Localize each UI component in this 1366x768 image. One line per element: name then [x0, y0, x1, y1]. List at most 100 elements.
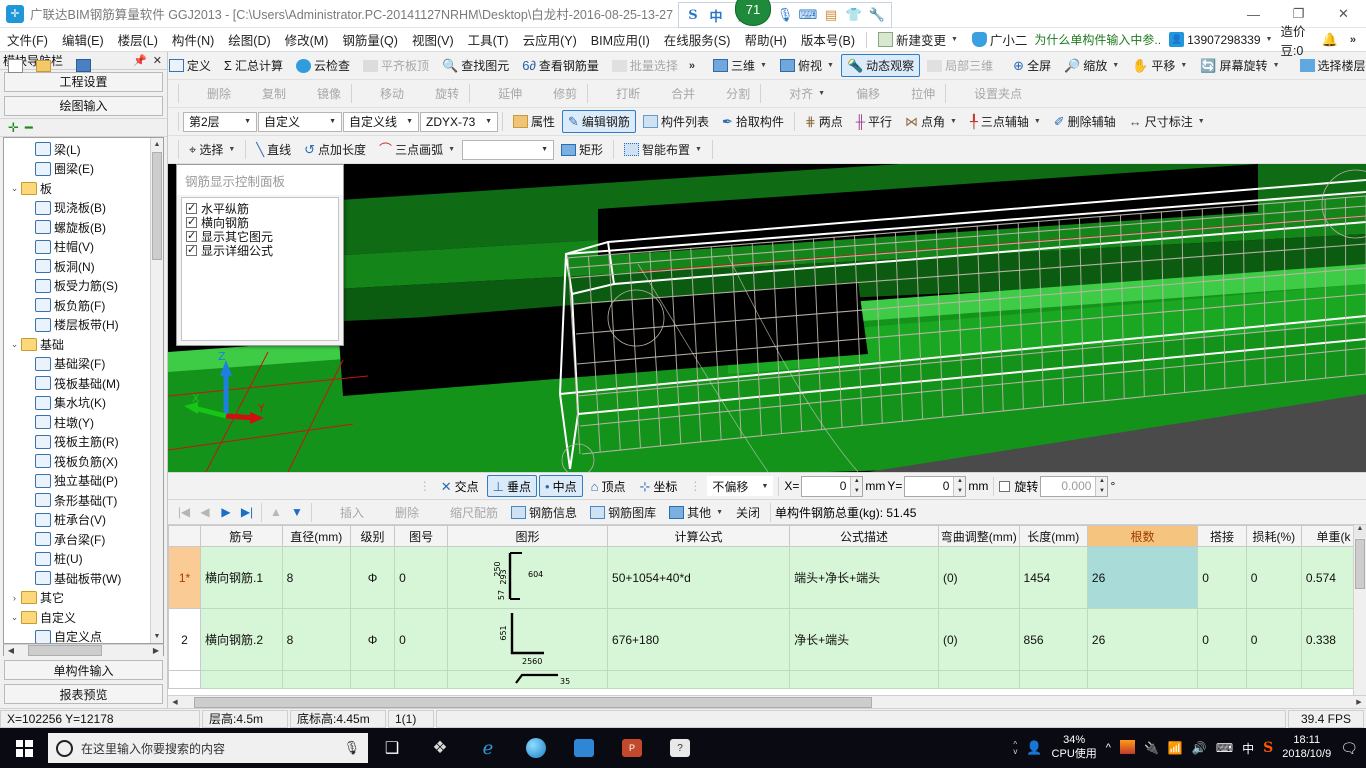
cell-lap[interactable]: 0 — [1197, 546, 1247, 609]
menu-component[interactable]: 构件(N) — [165, 27, 221, 52]
ppt-icon[interactable]: P — [608, 728, 656, 768]
rotate-checkbox[interactable] — [999, 480, 1011, 492]
tree-vertical-scrollbar[interactable]: ▲ ▼ — [150, 138, 163, 643]
align-slab-button[interactable]: 平齐板顶 — [357, 54, 435, 77]
offset-button[interactable]: 偏移 — [832, 82, 886, 105]
two-point-axis-button[interactable]: ⋕ 两点 — [799, 110, 849, 133]
cell-partial[interactable] — [281, 670, 352, 689]
merge-button[interactable]: 合并 — [647, 82, 701, 105]
copy-button[interactable]: 复制 — [238, 82, 292, 105]
tree-item[interactable]: 现浇板(B) — [4, 198, 163, 218]
checkbox-icon[interactable] — [186, 201, 197, 214]
split-button[interactable]: 分割 — [702, 82, 756, 105]
wifi-icon[interactable]: 📶 — [1168, 741, 1183, 755]
coins-label[interactable]: 造价豆:0 — [1280, 21, 1313, 59]
cell-bend-adjust[interactable]: (0) — [937, 608, 1020, 671]
rectangle-tool-button[interactable]: 矩形 — [555, 138, 609, 161]
cell-row-no[interactable]: 2 — [168, 608, 201, 671]
component-tree[interactable]: 梁(L) 圈梁(E) ⌄ 板现浇板(B) 螺旋板(B) 柱帽(V) 板洞(N) 板受力筋(S)… — [3, 137, 164, 644]
chevron-down-icon[interactable]: ⌄ — [8, 183, 21, 194]
delete-row-button[interactable]: 删除 — [371, 501, 425, 524]
cell-partial[interactable] — [1245, 670, 1302, 689]
tree-item[interactable]: 圈梁(E) — [4, 159, 163, 179]
scroll-up-icon[interactable]: ▲ — [1354, 525, 1366, 538]
tree-item[interactable]: 柱帽(V) — [4, 237, 163, 257]
col-count[interactable]: 根数 — [1086, 525, 1199, 547]
cell-grade[interactable]: Φ — [349, 608, 396, 671]
tree-item[interactable]: 独立基础(P) — [4, 471, 163, 491]
cell-partial[interactable] — [1086, 670, 1199, 689]
3d-viewport[interactable]: Z Y X 钢筋显示控制面板 水平纵筋横向钢筋显示其它图元显示详细公式 — [168, 164, 1366, 472]
col-rebar-no[interactable]: 筋号 — [199, 525, 283, 547]
close-icon[interactable]: ✕ — [153, 54, 162, 67]
component-list-button[interactable]: 构件列表 — [637, 110, 715, 133]
element-type-combo[interactable]: 自定义线 ▼ — [343, 111, 419, 132]
table-horizontal-scrollbar[interactable]: ◀ ▶ — [168, 695, 1366, 708]
close-panel-button[interactable]: 关闭 — [730, 501, 766, 524]
tree-item[interactable]: 自定义点 — [4, 627, 163, 643]
cell-diameter[interactable]: 8 — [281, 546, 352, 609]
align-button[interactable]: 对齐 ▼ — [765, 82, 831, 105]
menu-overflow-button[interactable]: » — [1346, 34, 1360, 46]
col-figure-no[interactable]: 图号 — [394, 525, 449, 547]
rebar-display-control-panel[interactable]: 钢筋显示控制面板 水平纵筋横向钢筋显示其它图元显示详细公式 — [176, 164, 344, 346]
find-element-button[interactable]: 🔍 查找图元 — [436, 54, 515, 77]
cell-description[interactable]: 端头+净长+端头 — [789, 546, 939, 609]
tree-item[interactable]: ⌄ 基础 — [4, 334, 163, 354]
app-blue-icon[interactable]: ❖ — [416, 728, 464, 768]
scroll-left-icon[interactable]: ◀ — [168, 698, 182, 706]
delete-axis-button[interactable]: ✐ 删除辅轴 — [1048, 110, 1122, 133]
snap-vertex-button[interactable]: ⌂ 顶点 — [585, 475, 632, 497]
cell-length[interactable]: 856 — [1018, 608, 1088, 671]
cell-partial[interactable] — [789, 670, 939, 689]
sogou-icon[interactable]: S — [682, 4, 704, 26]
menu-tools[interactable]: 工具(T) — [461, 27, 516, 52]
rotate-button[interactable]: 旋转 — [411, 82, 465, 105]
menu-edit[interactable]: 编辑(E) — [55, 27, 111, 52]
tree-item[interactable]: 筏板负筋(X) — [4, 451, 163, 471]
cell-partial[interactable] — [394, 670, 449, 689]
scale-rebar-button[interactable]: 缩尺配筋 — [426, 501, 504, 524]
view-3d-button[interactable]: 三维 ▼ — [707, 54, 773, 77]
ime-toolbar[interactable]: S 中 , ☺ 🎙 ⌨ ▤ 👕 🔧 — [678, 2, 892, 28]
move-down-button[interactable]: ▼ — [287, 505, 307, 519]
snap-midpoint-button[interactable]: • 中点 — [539, 475, 583, 497]
tray-expand-icon[interactable]: ^ v — [1013, 740, 1017, 755]
cpu-meter[interactable]: 34% CPU使用 — [1052, 734, 1097, 762]
snap-coordinate-button[interactable]: ⊹ 坐标 — [633, 475, 683, 497]
col-shape[interactable]: 图形 — [447, 525, 609, 547]
extend-button[interactable]: 延伸 — [474, 82, 528, 105]
cell-diameter[interactable]: 8 — [281, 608, 352, 671]
mic-icon[interactable]: 🎙 — [774, 4, 796, 26]
move-up-button[interactable]: ▲ — [266, 505, 286, 519]
tree-item[interactable]: 桩(U) — [4, 549, 163, 569]
cell-formula[interactable]: 50+1054+40*d — [607, 546, 791, 609]
app-folder-icon[interactable] — [560, 728, 608, 768]
remove-component-icon[interactable]: ━ — [25, 120, 33, 136]
sidebar-item-single-component-input[interactable]: 单构件输入 — [4, 660, 163, 681]
cell-loss[interactable]: 0 — [1245, 608, 1302, 671]
tree-item[interactable]: ⌄ 自定义 — [4, 607, 163, 627]
cell-partial[interactable] — [349, 670, 396, 689]
element-combo[interactable]: ZDYX-73 ▼ — [420, 111, 498, 132]
checkbox-icon[interactable] — [186, 215, 197, 228]
col-diameter[interactable]: 直径(mm) — [281, 525, 352, 547]
menu-file[interactable]: 文件(F) — [0, 27, 55, 52]
tree-item[interactable]: 基础板带(W) — [4, 568, 163, 588]
select-tool-button[interactable]: ⌖ 选择 ▼ — [183, 138, 241, 161]
cell-loss[interactable]: 0 — [1245, 546, 1302, 609]
menu-draw[interactable]: 绘图(D) — [221, 27, 277, 52]
checkbox-icon[interactable] — [186, 243, 197, 256]
task-view-icon[interactable]: ❑ — [368, 728, 416, 768]
taskbar-search[interactable]: 在这里输入你要搜索的内容 🎙 — [48, 733, 368, 763]
table-row[interactable]: 1* 横向钢筋.1 8 Φ 0 293 250 604 57 50+1054+40*d 端头+净长+… — [168, 546, 1366, 609]
checkbox-icon[interactable] — [186, 229, 197, 242]
assistant-button[interactable]: 广小二 — [965, 27, 1035, 52]
menu-view[interactable]: 视图(V) — [405, 27, 461, 52]
table-vertical-scrollbar[interactable]: ▲ — [1353, 525, 1366, 695]
tree-item[interactable]: 螺旋板(B) — [4, 217, 163, 237]
keyboard-icon[interactable]: ⌨ — [797, 4, 819, 26]
delete-button[interactable]: 删除 — [183, 82, 237, 105]
table-row[interactable]: 2 横向钢筋.2 8 Φ 0 651 2560 676+180 净长+端头 (0) 856 26 0 0 0… — [168, 608, 1366, 671]
cell-lap[interactable]: 0 — [1197, 608, 1247, 671]
